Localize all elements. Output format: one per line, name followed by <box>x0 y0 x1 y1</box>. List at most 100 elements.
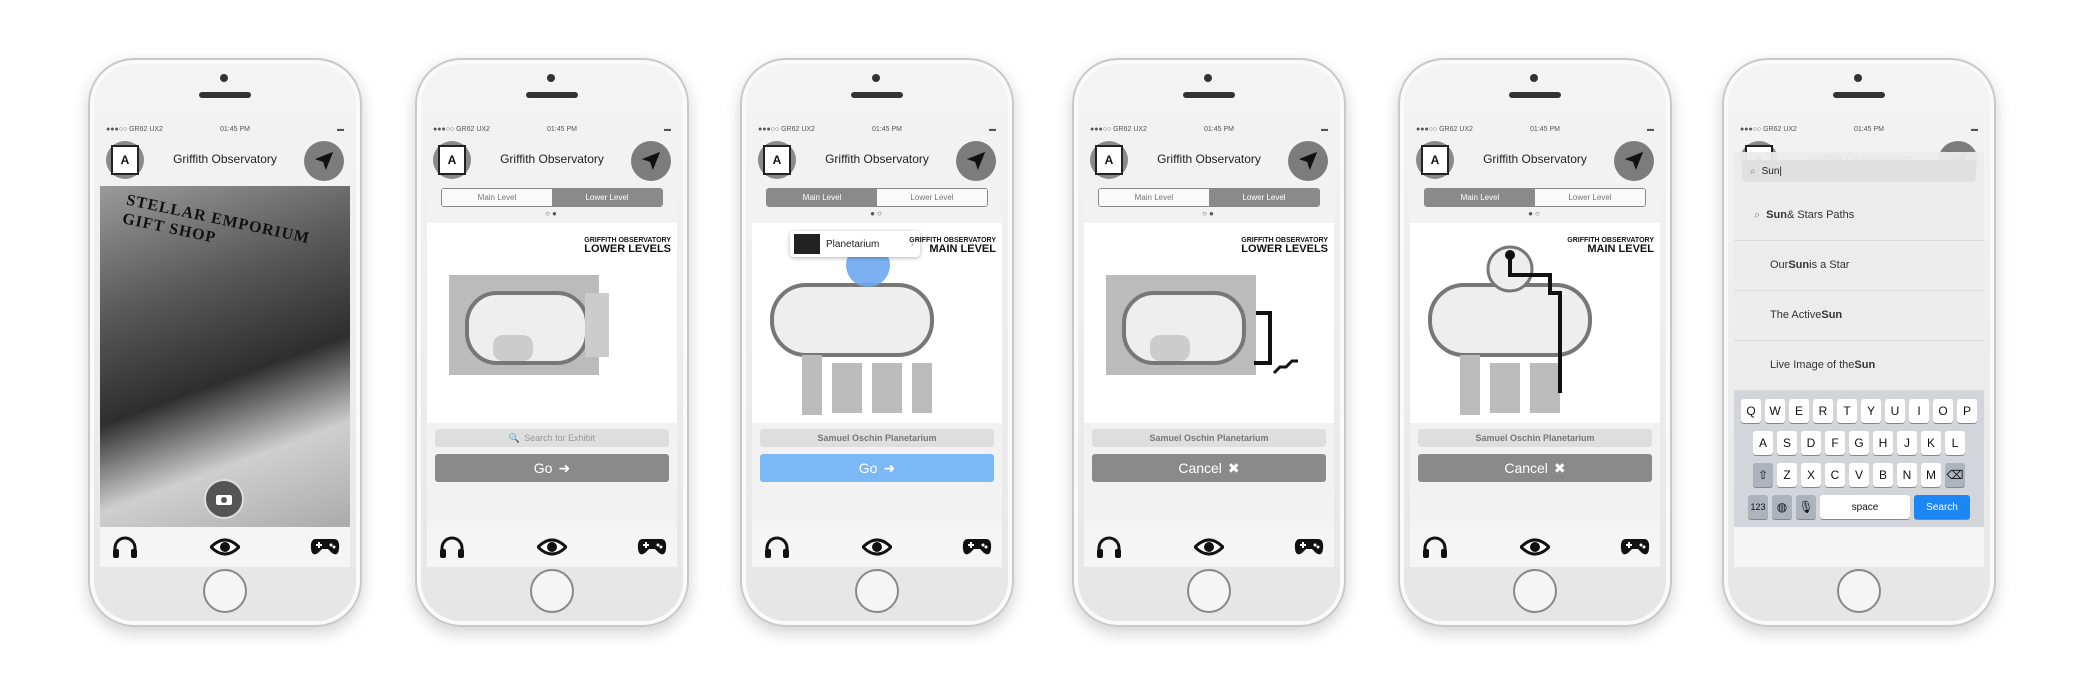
shift-key[interactable]: ⇧ <box>1753 463 1773 487</box>
go-button[interactable]: Go ➜ <box>760 454 994 482</box>
floor-map[interactable]: GRIFFITH OBSERVATORY LOWER LEVELS <box>1084 223 1334 423</box>
planetarium-popup[interactable]: Planetarium › <box>790 231 920 257</box>
search-result[interactable]: Our Sun is a Star <box>1734 240 1984 291</box>
key[interactable]: N <box>1897 463 1917 487</box>
numbers-key[interactable]: 123 <box>1748 495 1768 519</box>
time: 01:45 PM <box>219 125 250 133</box>
map-title: GRIFFITH OBSERVATORY LOWER LEVELS <box>584 237 671 256</box>
eye-icon[interactable] <box>210 532 240 562</box>
delete-key[interactable]: ⌫ <box>1945 463 1965 487</box>
key[interactable]: F <box>1825 431 1845 455</box>
search-exhibit-field[interactable]: 🔍 Search for Exhibit <box>435 429 669 447</box>
space-key[interactable]: space <box>1820 495 1910 519</box>
cancel-button[interactable]: Cancel ✖ <box>1092 454 1326 482</box>
headphones-icon[interactable] <box>762 532 792 562</box>
search-result[interactable]: ⌕ Sun & Stars Paths <box>1734 190 1984 241</box>
key[interactable]: K <box>1921 431 1941 455</box>
gamepad-icon[interactable] <box>962 532 992 562</box>
key[interactable]: P <box>1957 399 1977 423</box>
search-icon: ⌕ <box>1754 208 1761 221</box>
segment-main-level[interactable]: Main Level <box>1099 189 1209 206</box>
phone-main-route: ●●●○○ GR62 UX2 01:45 PM ▬ A Griffith Obser… <box>1398 58 1672 627</box>
selected-exhibit-field[interactable]: Samuel Oschin Planetarium <box>1092 429 1326 447</box>
phone-camera: ●●●○○ GR62 UX2 01:45 PM ▬ A Griffith Obser… <box>88 58 362 627</box>
headphones-icon[interactable] <box>1420 532 1450 562</box>
key[interactable]: W <box>1765 399 1785 423</box>
eye-icon[interactable] <box>1194 532 1224 562</box>
camera-icon[interactable] <box>204 479 244 519</box>
headphones-icon[interactable] <box>110 532 140 562</box>
screen-main-level: ●●●○○ GR62 UX2 01:45 PM ▬ A Griffith Obser… <box>752 122 1002 567</box>
key[interactable]: U <box>1885 399 1905 423</box>
selected-exhibit-field[interactable]: Samuel Oschin Planetarium <box>1418 429 1652 447</box>
key[interactable]: B <box>1873 463 1893 487</box>
time: 01:45 PM <box>546 125 577 133</box>
floor-map[interactable]: GRIFFITH OBSERVATORY LOWER LEVELS <box>427 223 677 423</box>
key[interactable]: A <box>1753 431 1773 455</box>
key[interactable]: T <box>1837 399 1857 423</box>
floor-map[interactable]: Planetarium › GRIFFITH OBSERVATORY MAIN LE… <box>752 223 1002 423</box>
cancel-button[interactable]: Cancel ✖ <box>1418 454 1652 482</box>
gamepad-icon[interactable] <box>1294 532 1324 562</box>
headphones-icon[interactable] <box>1094 532 1124 562</box>
camera-viewfinder: STELLAR EMPORIUM GIFT SHOP <box>100 186 350 531</box>
gamepad-icon[interactable] <box>310 532 340 562</box>
key[interactable]: L <box>1945 431 1965 455</box>
key[interactable]: C <box>1825 463 1845 487</box>
key[interactable]: J <box>1897 431 1917 455</box>
segment-lower-level[interactable]: Lower Level <box>1209 189 1319 206</box>
eye-icon[interactable] <box>537 532 567 562</box>
eye-icon[interactable] <box>862 532 892 562</box>
home-button[interactable] <box>203 569 247 613</box>
key[interactable]: Z <box>1777 463 1797 487</box>
navigation-arrow-icon[interactable] <box>631 141 671 181</box>
globe-icon[interactable]: ◍ <box>1772 495 1792 519</box>
key[interactable]: V <box>1849 463 1869 487</box>
key[interactable]: Q <box>1741 399 1761 423</box>
home-button[interactable] <box>530 569 574 613</box>
gamepad-icon[interactable] <box>637 532 667 562</box>
microphone-icon[interactable]: 🎙 <box>1796 495 1816 519</box>
selected-exhibit-field[interactable]: Samuel Oschin Planetarium <box>760 429 994 447</box>
key[interactable]: H <box>1873 431 1893 455</box>
navigation-arrow-icon[interactable] <box>1288 141 1328 181</box>
home-button[interactable] <box>1187 569 1231 613</box>
key[interactable]: Y <box>1861 399 1881 423</box>
key[interactable]: M <box>1921 463 1941 487</box>
search-result[interactable]: Live Image of the Sun <box>1734 340 1984 391</box>
key[interactable]: X <box>1801 463 1821 487</box>
segment-lower-level[interactable]: Lower Level <box>552 189 662 206</box>
key[interactable]: E <box>1789 399 1809 423</box>
search-result[interactable]: The Active Sun <box>1734 290 1984 341</box>
key[interactable]: I <box>1909 399 1929 423</box>
screen-main-route: ●●●○○ GR62 UX2 01:45 PM ▬ A Griffith Obser… <box>1410 122 1660 567</box>
navigation-arrow-icon[interactable] <box>1614 141 1654 181</box>
key[interactable]: S <box>1777 431 1797 455</box>
gamepad-icon[interactable] <box>1620 532 1650 562</box>
arrow-right-icon: ➜ <box>558 459 571 476</box>
floor-map[interactable]: GRIFFITH OBSERVATORY MAIN LEVEL <box>1410 223 1660 423</box>
segment-main-level[interactable]: Main Level <box>1425 189 1535 206</box>
eye-icon[interactable] <box>1520 532 1550 562</box>
navigation-arrow-icon[interactable] <box>304 141 344 181</box>
navigation-arrow-icon[interactable] <box>956 141 996 181</box>
key[interactable]: G <box>1849 431 1869 455</box>
header: A Griffith Observatory <box>100 136 350 186</box>
status-bar: ●●●○○ GR62 UX2 01:45 PM ▬ <box>752 122 1002 136</box>
search-key[interactable]: Search <box>1914 495 1970 519</box>
key[interactable]: D <box>1801 431 1821 455</box>
key[interactable]: R <box>1813 399 1833 423</box>
home-button[interactable] <box>855 569 899 613</box>
tab-bar <box>1084 527 1334 567</box>
segment-main-level[interactable]: Main Level <box>767 189 877 206</box>
segment-lower-level[interactable]: Lower Level <box>1535 189 1645 206</box>
home-button[interactable] <box>1837 569 1881 613</box>
segment-lower-level[interactable]: Lower Level <box>877 189 987 206</box>
search-input[interactable]: ⌕ Sun | <box>1742 160 1976 182</box>
go-button[interactable]: Go ➜ <box>435 454 669 482</box>
home-button[interactable] <box>1513 569 1557 613</box>
key[interactable]: O <box>1933 399 1953 423</box>
headphones-icon[interactable] <box>437 532 467 562</box>
close-icon: ✖ <box>1553 459 1566 476</box>
segment-main-level[interactable]: Main Level <box>442 189 552 206</box>
